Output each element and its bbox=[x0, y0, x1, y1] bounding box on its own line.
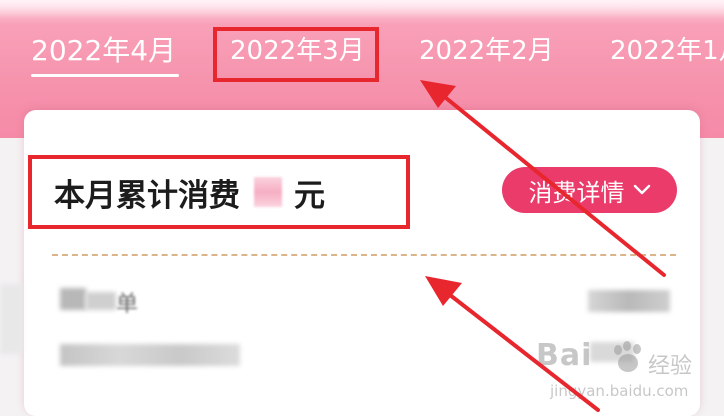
arrow-to-list bbox=[425, 276, 600, 412]
arrow-to-tab bbox=[420, 80, 666, 277]
annotation-arrows bbox=[420, 80, 666, 412]
